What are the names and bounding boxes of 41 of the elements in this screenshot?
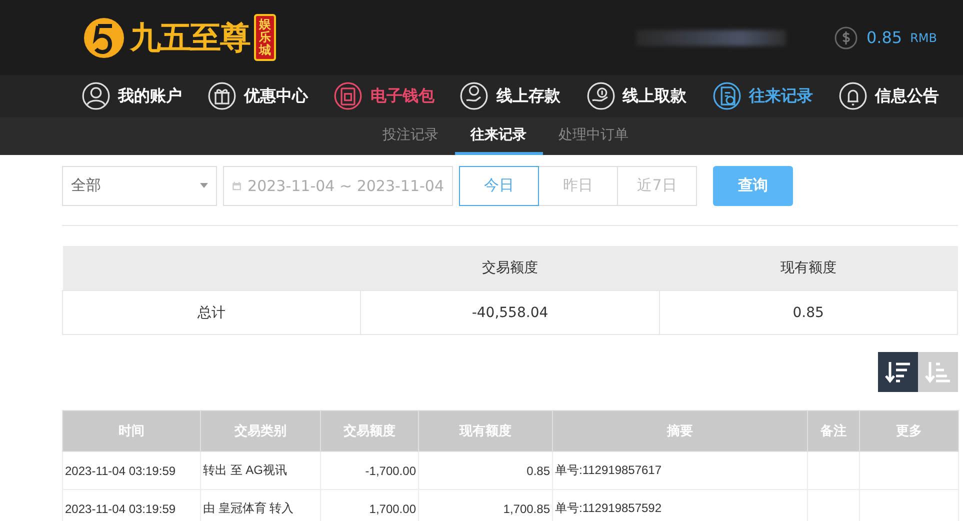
nav-icon: [208, 82, 236, 110]
logo-icon: [82, 16, 126, 60]
currency-label: RMB: [910, 30, 937, 44]
nav-link[interactable]: 电子钱包: [334, 82, 434, 110]
nav-icon: [82, 82, 110, 110]
table-cell: 单号:112919857617: [552, 452, 808, 490]
caret-icon: [200, 183, 208, 188]
logo-title: 九五至尊: [130, 18, 250, 58]
nav-icon: [334, 82, 362, 110]
nav-icon: [586, 82, 615, 110]
dollar-icon: [834, 26, 858, 50]
table-cell: -1,700.00: [320, 452, 418, 490]
nav-icon: [712, 82, 741, 110]
nav-icon: [838, 82, 867, 110]
sort-descending-icon: [885, 359, 911, 385]
sort-ascending-icon: [925, 359, 951, 385]
nav-link[interactable]: 我的账户: [82, 82, 182, 110]
logo-badge: 娱乐城: [254, 14, 276, 62]
sort-button[interactable]: [878, 352, 918, 392]
table-cell: 2023-11-04 03:19:59: [62, 452, 200, 490]
table-cell: 总计: [62, 290, 361, 334]
column-header: 交易额度: [360, 246, 660, 290]
table-cell: 0.85: [659, 290, 958, 334]
nav-link[interactable]: 信息公告: [838, 82, 939, 110]
sub-tab[interactable]: 处理中订单: [542, 117, 644, 155]
nav-link[interactable]: 线上存款: [460, 82, 560, 110]
table-cell: 0.85: [418, 452, 552, 490]
type-select[interactable]: 全部: [62, 166, 217, 206]
column-header: 现有额度: [659, 246, 958, 290]
table-cell: -40,558.04: [360, 290, 660, 334]
nav-icon: [460, 82, 488, 110]
balance-amount: 0.85: [866, 28, 902, 47]
nav-link[interactable]: 优惠中心: [208, 82, 308, 110]
table-cell: 由 皇冠体育 转入: [200, 490, 320, 521]
nav-link[interactable]: 往来记录: [712, 82, 813, 110]
table-cell: 2023-11-04 03:19:59: [62, 490, 200, 521]
table-cell: 单号:112919857592: [552, 490, 808, 521]
sub-tab[interactable]: 投注记录: [366, 117, 454, 155]
sub-tab[interactable]: 往来记录: [454, 117, 542, 155]
table-cell: 转出 至 AG视讯: [200, 452, 320, 490]
nav-link[interactable]: 线上取款: [586, 82, 687, 110]
